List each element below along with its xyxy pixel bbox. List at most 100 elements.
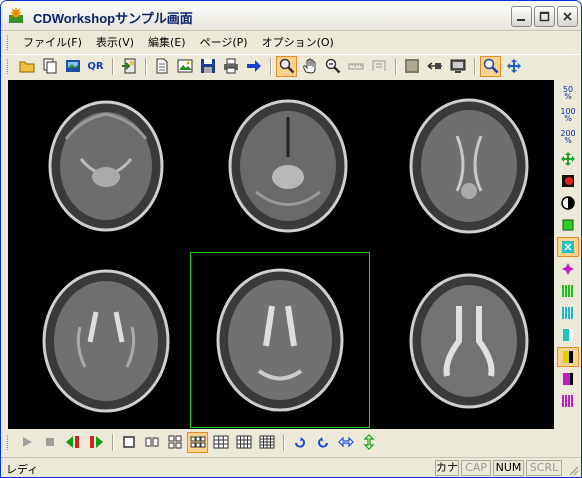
rotate-right-button[interactable]	[289, 432, 310, 453]
mri-image-2[interactable]	[201, 80, 376, 252]
mri-image-5-selected[interactable]	[190, 252, 370, 428]
image-viewer[interactable]	[8, 80, 554, 429]
contrast-button[interactable]	[557, 193, 579, 213]
layout-2x3-icon	[190, 436, 205, 448]
layout-2x3-button[interactable]	[187, 431, 208, 453]
new-page-button[interactable]	[151, 56, 172, 77]
caps-lock-indicator: CAP	[461, 460, 491, 476]
menu-grip[interactable]	[7, 35, 10, 50]
move-button[interactable]	[503, 56, 524, 77]
mri-image-4[interactable]	[18, 252, 193, 429]
toolbar-separator	[145, 57, 147, 75]
toolbar-separator	[283, 433, 285, 451]
close-button[interactable]	[557, 6, 578, 27]
flip-horizontal-button[interactable]	[335, 432, 356, 453]
window-level-button[interactable]	[401, 56, 422, 77]
lut-yellow-button[interactable]	[557, 347, 579, 367]
stop-button[interactable]	[39, 432, 60, 453]
next-frame-button[interactable]	[85, 432, 106, 453]
window-level-icon	[404, 59, 419, 73]
save-button[interactable]	[197, 56, 218, 77]
minimize-button[interactable]	[511, 6, 532, 27]
title-bar[interactable]: CDWorkshopサンプル画面	[1, 1, 581, 31]
zoom-50-button[interactable]: 50%	[557, 83, 579, 103]
zoom-200-icon: 200%	[560, 129, 576, 145]
resize-grip-icon[interactable]	[567, 464, 579, 476]
toolbar-grip[interactable]	[7, 434, 10, 450]
menu-options[interactable]: オプション(O)	[255, 33, 341, 52]
prev-frame-button[interactable]	[62, 432, 83, 453]
lut-purple-button[interactable]	[557, 391, 579, 411]
scroll-lock-indicator: SCRL	[526, 460, 562, 476]
zoom-100-button[interactable]: 100%	[557, 105, 579, 125]
magnify-button[interactable]	[480, 55, 501, 77]
back-button[interactable]	[424, 56, 445, 77]
contrast-icon	[561, 196, 575, 210]
toolbar-grip[interactable]	[7, 58, 10, 74]
stop-icon	[45, 438, 54, 446]
magnifier-icon	[483, 58, 498, 74]
layout-1x1-button[interactable]	[118, 432, 139, 453]
purple-bars-icon	[562, 395, 573, 407]
fit-button[interactable]	[557, 149, 579, 169]
layout-3x3-button[interactable]	[210, 432, 231, 453]
monitor-button[interactable]	[447, 56, 468, 77]
lut-cyan-button[interactable]	[557, 303, 579, 323]
invert-button[interactable]	[557, 171, 579, 191]
lut-magenta-button[interactable]	[557, 369, 579, 389]
zoom-out-icon	[325, 58, 340, 74]
pan-button[interactable]	[299, 56, 320, 77]
magnifier-icon	[279, 58, 294, 74]
lut-teal-button[interactable]	[557, 325, 579, 345]
import-icon	[121, 58, 135, 74]
qr-icon: QR	[87, 60, 104, 72]
menu-page[interactable]: ページ(P)	[193, 33, 255, 52]
zoom-200-button[interactable]: 200%	[557, 127, 579, 147]
brain-scan-axial	[409, 273, 528, 408]
marker-magenta-button[interactable]	[557, 259, 579, 279]
layout-4x4-button[interactable]	[256, 432, 277, 453]
move-arrows-icon	[506, 59, 521, 73]
lut-green-button[interactable]	[557, 281, 579, 301]
open-folder-button[interactable]	[16, 56, 37, 77]
landscape-icon	[177, 59, 192, 73]
import-button[interactable]	[118, 56, 139, 77]
zoom-out-button[interactable]	[322, 56, 343, 77]
rotate-left-button[interactable]	[312, 432, 333, 453]
copy-button[interactable]	[39, 56, 60, 77]
brain-scan-axial	[48, 100, 163, 231]
layout-3x4-button[interactable]	[233, 432, 254, 453]
print-button[interactable]	[220, 56, 241, 77]
kana-indicator: カナ	[435, 460, 459, 476]
next-button[interactable]	[243, 56, 264, 77]
menu-edit[interactable]: 編集(E)	[141, 33, 193, 52]
image-button[interactable]	[174, 56, 195, 77]
marker-cyan-button[interactable]	[557, 237, 579, 257]
bottom-toolbar	[1, 430, 581, 454]
zoom-select-button[interactable]	[276, 55, 297, 77]
rotate-clockwise-icon	[294, 437, 305, 448]
mri-image-3[interactable]	[384, 80, 554, 252]
layout-1x2-button[interactable]	[141, 432, 162, 453]
grid-measure-button[interactable]	[368, 56, 389, 77]
hand-icon	[302, 58, 315, 74]
layout-2x2-button[interactable]	[164, 432, 185, 453]
marker-green-button[interactable]	[557, 215, 579, 235]
minimize-icon	[517, 19, 525, 21]
play-button[interactable]	[16, 432, 37, 453]
menu-file[interactable]: ファイル(F)	[16, 33, 89, 52]
flip-vertical-icon	[363, 434, 374, 450]
save-image-button[interactable]	[62, 56, 83, 77]
layout-3x3-icon	[213, 435, 228, 449]
next-icon	[89, 436, 103, 448]
qr-button[interactable]: QR	[85, 56, 106, 77]
main-toolbar: QR	[1, 54, 581, 77]
grid-ruler-icon	[372, 60, 385, 71]
maximize-button[interactable]	[534, 6, 555, 27]
flip-vertical-button[interactable]	[358, 432, 379, 453]
measure-button[interactable]	[345, 56, 366, 77]
mri-image-6[interactable]	[384, 252, 554, 429]
menu-view[interactable]: 表示(V)	[89, 33, 141, 52]
toolbar-separator	[474, 57, 476, 75]
mri-image-1[interactable]	[18, 80, 193, 252]
